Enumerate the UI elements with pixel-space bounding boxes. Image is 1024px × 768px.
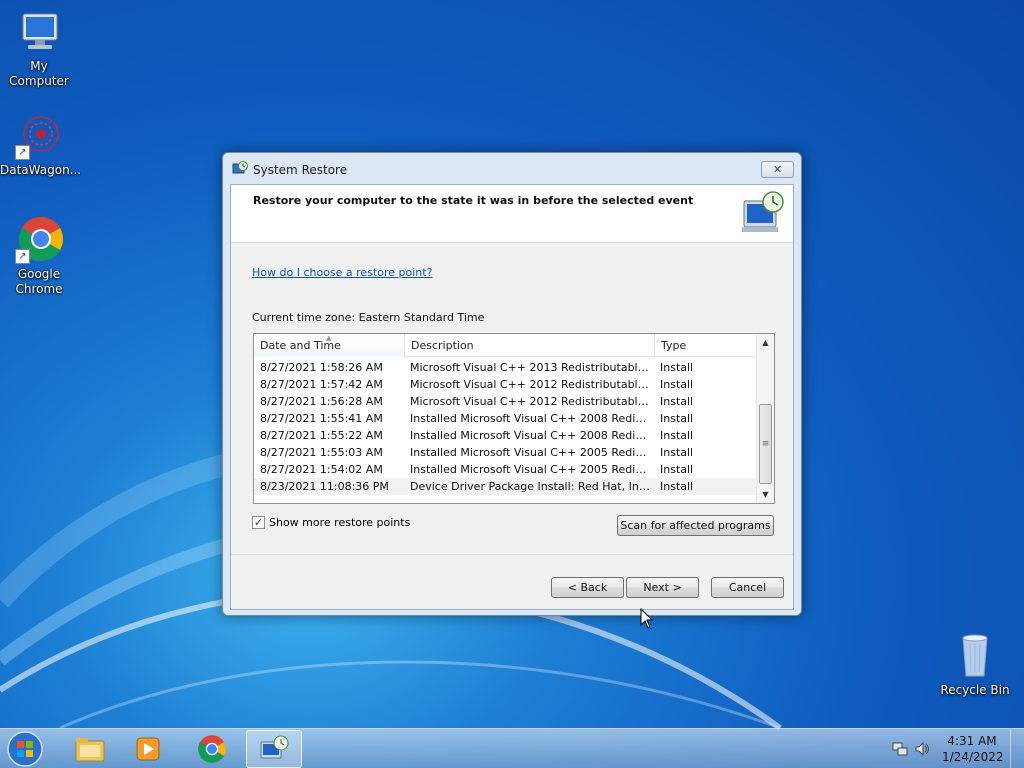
back-button[interactable]: < Back — [551, 577, 624, 598]
cell-type: Install — [660, 361, 694, 374]
cell-date: 8/27/2021 1:57:42 AM — [260, 378, 383, 391]
taskbar: 4:31 AM 1/24/2022 — [0, 728, 1024, 768]
desktop-icon-google-chrome[interactable]: ↗ Google Chrome — [0, 216, 78, 297]
scroll-up-icon[interactable]: ▲ — [757, 334, 774, 351]
cell-description: Installed Microsoft Visual C++ 2008 Redi… — [410, 429, 650, 442]
scroll-thumb[interactable]: ≡ — [759, 404, 772, 484]
cell-date: 8/27/2021 1:56:28 AM — [260, 395, 383, 408]
list-scrollbar[interactable]: ▲ ≡ ▼ — [756, 334, 774, 503]
chrome-icon: ↗ — [15, 216, 63, 264]
dialog-titlebar[interactable]: System Restore ✕ — [223, 153, 801, 184]
list-header: ▲ Date and Time Description Type — [254, 334, 756, 357]
table-row[interactable]: 8/27/2021 1:57:42 AM Microsoft Visual C++… — [254, 376, 756, 393]
dialog-title: System Restore — [253, 163, 348, 177]
next-button[interactable]: Next > — [626, 577, 699, 598]
table-row[interactable]: 8/27/2021 1:54:02 AM Installed Microsoft … — [254, 461, 756, 478]
shortcut-arrow-icon: ↗ — [15, 145, 30, 160]
folder-icon — [75, 738, 105, 762]
column-header-type[interactable]: Type — [655, 334, 756, 357]
table-row[interactable]: 8/27/2021 1:55:03 AM Installed Microsoft … — [254, 444, 756, 461]
system-restore-dialog: System Restore ✕ Restore your computer t… — [222, 152, 802, 616]
table-row[interactable]: 8/27/2021 1:56:28 AM Microsoft Visual C++… — [254, 393, 756, 410]
cancel-button[interactable]: Cancel — [711, 577, 784, 598]
cell-type: Install — [660, 378, 694, 391]
desktop-icon-label: My Computer — [9, 59, 69, 88]
restore-points-list[interactable]: ▲ Date and Time Description Type 8/27/20… — [253, 333, 775, 504]
checkmark-icon: ✓ — [253, 516, 264, 529]
cell-type: Install — [660, 463, 694, 476]
cell-description: Installed Microsoft Visual C++ 2005 Redi… — [410, 446, 650, 459]
cell-type: Install — [660, 412, 694, 425]
cell-type: Install — [660, 480, 694, 493]
cell-type: Install — [660, 395, 694, 408]
show-more-label: Show more restore points — [269, 516, 411, 529]
windows-logo-icon — [7, 731, 43, 767]
show-more-checkbox-row[interactable]: ✓ Show more restore points — [252, 516, 410, 529]
header-title: Restore your computer to the state it wa… — [253, 194, 694, 207]
close-button[interactable]: ✕ — [761, 161, 794, 178]
cell-description: Device Driver Package Install: Red Hat, … — [410, 480, 650, 493]
taskbar-chrome[interactable] — [184, 730, 240, 768]
cell-date: 8/23/2021 11:08:36 PM — [260, 480, 389, 493]
desktop-icon-datawagon[interactable]: ↗ DataWagon... — [0, 112, 82, 178]
desktop-icon-label: Google Chrome — [15, 267, 63, 296]
cell-date: 8/27/2021 1:54:02 AM — [260, 463, 383, 476]
taskbar-media-player[interactable] — [120, 730, 176, 768]
network-icon[interactable] — [892, 741, 908, 757]
desktop-icon-my-computer[interactable]: My Computer — [0, 8, 78, 89]
taskbar-explorer[interactable] — [62, 730, 118, 768]
mouse-cursor-icon — [640, 608, 654, 629]
show-desktop-button[interactable] — [1010, 729, 1024, 768]
shortcut-arrow-icon: ↗ — [15, 249, 30, 264]
desktop-icon-recycle-bin[interactable]: Recycle Bin — [936, 632, 1014, 698]
system-restore-icon — [232, 161, 248, 174]
table-row[interactable]: 8/27/2021 1:55:41 AM Installed Microsoft … — [254, 410, 756, 427]
recycle-bin-icon — [951, 632, 999, 680]
dialog-client-area: Restore your computer to the state it wa… — [230, 184, 794, 610]
chrome-icon — [198, 735, 226, 763]
cell-description: Microsoft Visual C++ 2013 Redistributabl… — [410, 361, 650, 374]
cell-type: Install — [660, 446, 694, 459]
table-row[interactable]: 8/27/2021 1:58:26 AM Microsoft Visual C++… — [254, 359, 756, 376]
cell-date: 8/27/2021 1:55:41 AM — [260, 412, 383, 425]
start-button[interactable] — [5, 730, 45, 768]
close-icon: ✕ — [772, 163, 783, 176]
help-link-restore-point[interactable]: How do I choose a restore point? — [252, 266, 432, 279]
clock-time: 4:31 AM — [947, 734, 997, 748]
cell-description: Installed Microsoft Visual C++ 2005 Redi… — [410, 463, 650, 476]
clock-date: 1/24/2022 — [942, 750, 1004, 764]
scan-affected-programs-button[interactable]: Scan for affected programs — [617, 515, 774, 536]
cell-type: Install — [660, 429, 694, 442]
show-more-checkbox[interactable]: ✓ — [252, 516, 265, 529]
scroll-down-icon[interactable]: ▼ — [757, 486, 774, 503]
column-header-description[interactable]: Description — [405, 334, 655, 357]
timezone-label: Current time zone: Eastern Standard Time — [252, 311, 485, 324]
cell-description: Installed Microsoft Visual C++ 2008 Redi… — [410, 412, 650, 425]
taskbar-system-restore[interactable] — [246, 730, 302, 768]
cell-description: Microsoft Visual C++ 2012 Redistributabl… — [410, 395, 650, 408]
computer-icon — [15, 8, 63, 56]
divider — [231, 554, 793, 555]
datawagon-icon: ↗ — [15, 112, 63, 160]
desktop-icon-label: DataWagon... — [0, 163, 82, 177]
table-row[interactable]: 8/27/2021 1:55:22 AM Installed Microsoft … — [254, 427, 756, 444]
column-header-date[interactable]: ▲ Date and Time — [254, 334, 405, 357]
taskbar-clock[interactable]: 4:31 AM 1/24/2022 — [942, 733, 1004, 765]
dialog-header: Restore your computer to the state it wa… — [231, 185, 793, 243]
table-row[interactable]: 8/23/2021 11:08:36 PM Device Driver Packa… — [254, 478, 756, 495]
cell-date: 8/27/2021 1:58:26 AM — [260, 361, 383, 374]
cell-description: Microsoft Visual C++ 2012 Redistributabl… — [410, 378, 650, 391]
media-player-icon — [136, 737, 160, 761]
cell-date: 8/27/2021 1:55:22 AM — [260, 429, 383, 442]
system-restore-icon — [260, 735, 289, 759]
system-restore-large-icon — [742, 191, 784, 232]
cell-date: 8/27/2021 1:55:03 AM — [260, 446, 383, 459]
desktop-icon-label: Recycle Bin — [940, 683, 1010, 697]
volume-icon[interactable] — [914, 741, 930, 757]
sort-indicator-icon: ▲ — [326, 334, 332, 342]
